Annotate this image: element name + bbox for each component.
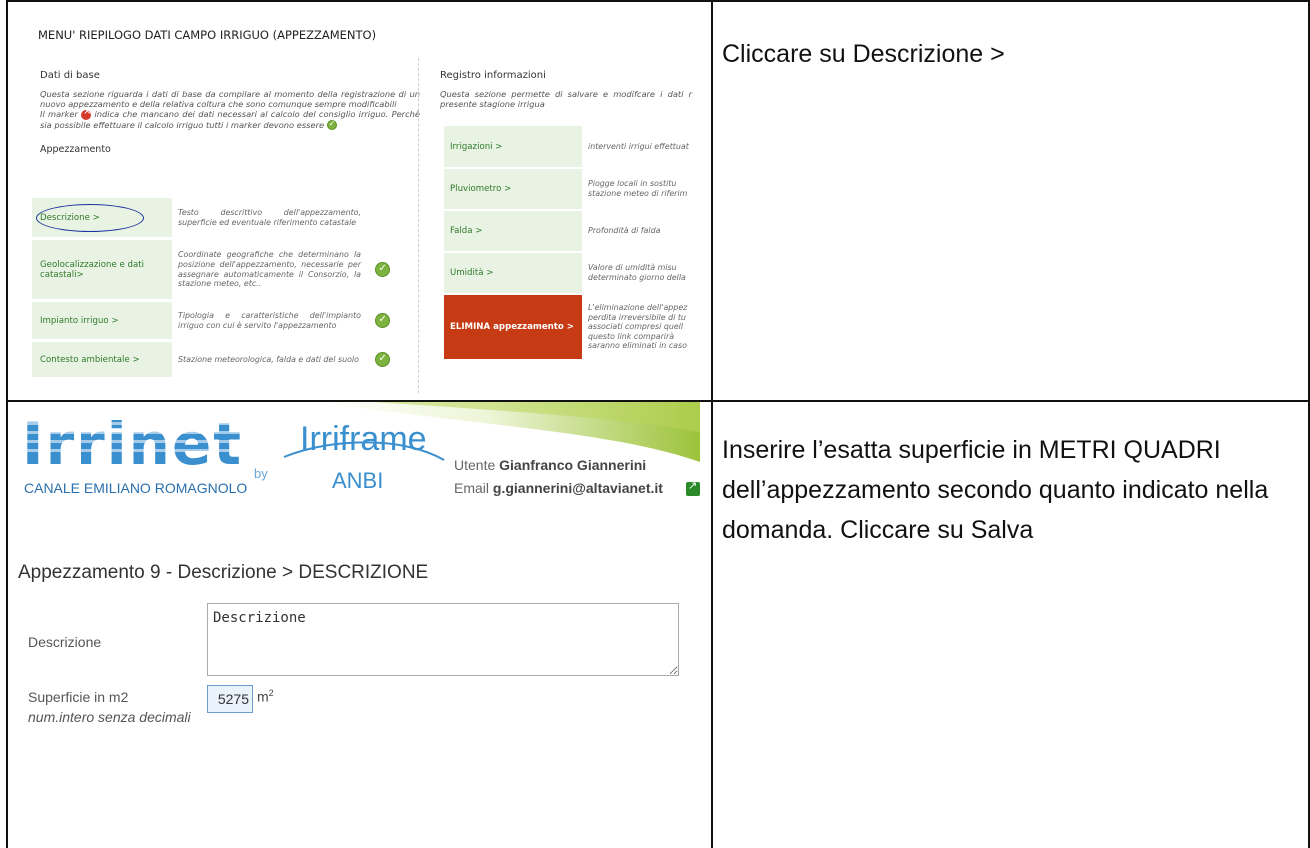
umidita-desc: Valore di umidità misu determinato giorn… bbox=[588, 263, 686, 282]
user-email: g.giannerini@altavianet.it bbox=[492, 480, 663, 496]
green-check-icon bbox=[374, 313, 390, 328]
green-check-icon bbox=[374, 262, 390, 277]
impianto-desc: Tipologia e caratteristiche dell'impiant… bbox=[178, 310, 361, 330]
menu-riepilogo-screenshot: MENU' RIEPILOGO DATI CAMPO IRRIGUO (APPE… bbox=[22, 18, 698, 393]
menu-row-irrigazioni: Irrigazioni > interventi irrigui effettu… bbox=[444, 126, 698, 169]
registro-menu: Irrigazioni > interventi irrigui effettu… bbox=[444, 126, 698, 361]
descrizione-link[interactable]: Descrizione > bbox=[32, 198, 172, 237]
missing-data-marker-icon bbox=[81, 107, 92, 120]
menu-row-descrizione: Descrizione > Testo descrittivo dell'app… bbox=[32, 198, 402, 240]
impianto-irriguo-link[interactable]: Impianto irriguo > bbox=[32, 302, 172, 339]
geolocalizzazione-desc: Coordinate geografiche che determinano l… bbox=[178, 250, 361, 289]
email-info: Email g.giannerini@altavianet.it bbox=[454, 480, 663, 496]
superficie-hint: num.intero senza decimali bbox=[28, 709, 191, 725]
registro-description: Questa sezione permette di salvare e mod… bbox=[440, 89, 692, 109]
pluviometro-desc: Piogge locali in sostitu stazione meteo … bbox=[588, 179, 688, 198]
superficie-label: Superficie in m2 bbox=[28, 689, 129, 705]
falda-link[interactable]: Falda > bbox=[444, 211, 582, 251]
logout-icon[interactable] bbox=[686, 479, 700, 496]
descrizione-desc: Testo descrittivo dell'appezzamento, sup… bbox=[178, 207, 361, 227]
menu-row-contesto: Contesto ambientale > Stazione meteorolo… bbox=[32, 342, 402, 380]
menu-row-umidita: Umidità > Valore di umidità misu determi… bbox=[444, 253, 698, 295]
descrizione-label: Descrizione bbox=[28, 634, 102, 650]
irrigazioni-desc: interventi irrigui effettuat bbox=[588, 141, 689, 151]
registro-section: Registro informazioni Questa sezione per… bbox=[440, 70, 698, 109]
menu-row-pluviometro: Pluviometro > Piogge locali in sostitu s… bbox=[444, 169, 698, 211]
irrinet-logo: Irrinet bbox=[22, 410, 244, 478]
superficie-input[interactable] bbox=[207, 685, 253, 713]
anbi-label: ANBI bbox=[332, 468, 384, 493]
geolocalizzazione-link[interactable]: Geolocalizzazione e dati catastali> bbox=[32, 240, 172, 299]
registro-heading: Registro informazioni bbox=[440, 70, 546, 81]
instruction-step-2: Inserire l’esatta superficie in METRI QU… bbox=[722, 436, 1269, 544]
elimina-desc: L'eliminazione dell'appez perdita irreve… bbox=[588, 303, 688, 351]
page-title: Appezzamento 9 - Descrizione > DESCRIZIO… bbox=[18, 562, 429, 583]
dati-di-base-section: Dati di base Questa sezione riguarda i d… bbox=[40, 70, 420, 155]
descrizione-textarea[interactable]: Descrizione bbox=[207, 603, 679, 676]
section-divider bbox=[418, 58, 419, 393]
umidita-link[interactable]: Umidità > bbox=[444, 253, 582, 293]
green-check-icon bbox=[374, 352, 390, 367]
canale-emiliano-romagnolo-label: CANALE EMILIANO ROMAGNOLO bbox=[24, 480, 248, 496]
contesto-ambientale-link[interactable]: Contesto ambientale > bbox=[32, 342, 172, 377]
menu-row-geolocalizzazione: Geolocalizzazione e dati catastali> Coor… bbox=[32, 240, 402, 302]
hand-drawn-circle-annotation bbox=[36, 204, 144, 232]
appezzamento-subheading: Appezzamento bbox=[40, 144, 111, 155]
unit-label: m2 bbox=[257, 688, 274, 705]
contesto-desc: Stazione meteorologica, falda e dati del… bbox=[178, 354, 359, 364]
elimina-appezzamento-button[interactable]: ELIMINA appezzamento > bbox=[444, 295, 582, 359]
irriframe-logo: Irriframe bbox=[300, 420, 427, 458]
appezzamento-menu: Descrizione > Testo descrittivo dell'app… bbox=[32, 198, 402, 380]
dati-di-base-heading: Dati di base bbox=[40, 70, 100, 81]
complete-marker-icon bbox=[326, 119, 337, 130]
user-info: Utente Gianfranco Giannerini bbox=[454, 457, 647, 473]
pluviometro-link[interactable]: Pluviometro > bbox=[444, 169, 582, 209]
by-label: by bbox=[254, 466, 268, 481]
menu-row-elimina: ELIMINA appezzamento > L'eliminazione de… bbox=[444, 295, 698, 361]
menu-title: MENU' RIEPILOGO DATI CAMPO IRRIGUO (APPE… bbox=[38, 28, 377, 42]
user-name: Gianfranco Giannerini bbox=[499, 457, 647, 473]
menu-row-falda: Falda > Profondità di falda bbox=[444, 211, 698, 253]
irrigazioni-link[interactable]: Irrigazioni > bbox=[444, 126, 582, 167]
app-header: Irrinet CANALE EMILIANO ROMAGNOLO by Irr… bbox=[14, 402, 700, 500]
table-column-divider bbox=[711, 2, 713, 848]
instruction-step-1: Cliccare su Descrizione > bbox=[722, 40, 1005, 68]
falda-desc: Profondità di falda bbox=[588, 226, 661, 236]
descrizione-form-screenshot: Irrinet CANALE EMILIANO ROMAGNOLO by Irr… bbox=[14, 402, 700, 848]
menu-row-impianto: Impianto irriguo > Tipologia e caratteri… bbox=[32, 302, 402, 342]
dati-di-base-description: Questa sezione riguarda i dati di base d… bbox=[40, 89, 420, 130]
